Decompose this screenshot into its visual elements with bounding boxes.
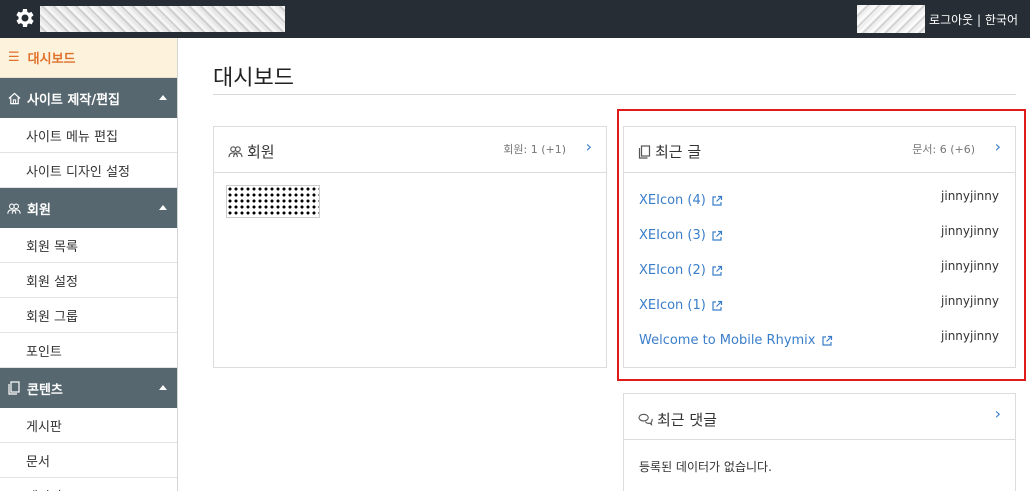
post-link[interactable]: XEIcon (2) [639, 263, 723, 278]
external-link-icon [712, 300, 722, 311]
member-more-link[interactable]: › [586, 137, 592, 156]
menu-icon: ☰ [8, 50, 20, 65]
list-item: XEIcon (2) jinnyjinny [624, 243, 1015, 278]
post-link[interactable]: XEIcon (1) [639, 298, 723, 313]
sidebar-item-documents[interactable]: 문서 [0, 443, 177, 478]
list-item: XEIcon (3) jinnyjinny [624, 208, 1015, 243]
sidebar-group-label: 콘텐츠 [27, 382, 63, 398]
sidebar-item-pages[interactable]: 페이지 [0, 478, 177, 491]
post-author: jinnyjinny [941, 189, 999, 203]
recent-posts-title: 최근 글 [655, 143, 702, 161]
sidebar-item-member-settings[interactable]: 회원 설정 [0, 263, 177, 298]
post-title: XEIcon (3) [639, 228, 706, 243]
page-title: 대시보드 [213, 66, 294, 91]
recent-posts-more-link[interactable]: › [995, 137, 1001, 156]
document-count: 문서: 6 (+6) [912, 143, 975, 156]
topbar-links: 로그아웃 | 한국어 [929, 11, 1018, 28]
caret-up-icon [159, 385, 167, 390]
member-panel-title: 회원 [247, 143, 275, 161]
home-icon [6, 90, 22, 106]
member-panel: 회원 회원: 1 (+1) › [213, 126, 607, 368]
member-count: 회원: 1 (+1) [503, 143, 566, 156]
sidebar-group-contents[interactable]: 콘텐츠 [0, 368, 177, 408]
sidebar-group-label: 회원 [27, 202, 51, 218]
sidebar-group-label: 사이트 제작/편집 [27, 92, 120, 108]
caret-up-icon [159, 205, 167, 210]
link-separator: | [973, 12, 985, 27]
top-bar: 로그아웃 | 한국어 [0, 0, 1030, 38]
comments-icon [638, 413, 653, 426]
post-link[interactable]: XEIcon (3) [639, 228, 723, 243]
sidebar-item-member-list[interactable]: 회원 목록 [0, 228, 177, 263]
post-author: jinnyjinny [941, 294, 999, 308]
panel-header: 회원 회원: 1 (+1) › [214, 127, 606, 173]
language-link[interactable]: 한국어 [985, 13, 1018, 27]
sidebar-item-design[interactable]: 사이트 디자인 설정 [0, 153, 177, 188]
recent-posts-panel: 최근 글 문서: 6 (+6) › XEIcon (4) jinnyjinny … [623, 126, 1016, 368]
panel-header: 최근 글 문서: 6 (+6) › [624, 127, 1015, 173]
list-item: XEIcon (1) jinnyjinny [624, 278, 1015, 313]
post-link[interactable]: Welcome to Mobile Rhymix [639, 333, 833, 348]
post-author: jinnyjinny [941, 224, 999, 238]
documents-icon [638, 144, 651, 159]
sidebar: ☰ 대시보드 사이트 제작/편집 사이트 메뉴 편집 사이트 디자인 설정 회원… [0, 38, 178, 491]
panel-header: 최근 댓글 › [624, 394, 1015, 440]
external-link-icon [712, 230, 722, 241]
documents-icon [6, 380, 22, 396]
sidebar-group-members[interactable]: 회원 [0, 188, 177, 228]
post-title: XEIcon (4) [639, 193, 706, 208]
panel-title: 최근 댓글 [638, 409, 717, 430]
recent-comments-title: 최근 댓글 [657, 411, 717, 429]
post-author: jinnyjinny [941, 329, 999, 343]
users-icon [6, 200, 22, 216]
logout-link[interactable]: 로그아웃 [929, 13, 973, 27]
recent-comments-more-link[interactable]: › [995, 404, 1001, 423]
external-link-icon [821, 335, 832, 346]
empty-message: 등록된 데이터가 없습니다. [639, 460, 772, 474]
member-entry-redacted[interactable] [226, 185, 320, 218]
sidebar-group-site[interactable]: 사이트 제작/편집 [0, 78, 177, 118]
site-name-redacted[interactable] [40, 6, 285, 32]
sidebar-dashboard-label: 대시보드 [27, 52, 76, 67]
external-link-icon [712, 265, 722, 276]
sidebar-item-member-groups[interactable]: 회원 그룹 [0, 298, 177, 333]
user-name-redacted[interactable] [857, 5, 926, 33]
external-link-icon [712, 195, 722, 206]
sidebar-item-boards[interactable]: 게시판 [0, 408, 177, 443]
sidebar-item-menu-edit[interactable]: 사이트 메뉴 편집 [0, 118, 177, 153]
list-item: Welcome to Mobile Rhymix jinnyjinny [624, 313, 1015, 348]
post-link[interactable]: XEIcon (4) [639, 193, 723, 208]
recent-comments-panel: 최근 댓글 › 등록된 데이터가 없습니다. [623, 393, 1016, 491]
topbar-right: 로그아웃 | 한국어 [857, 4, 1018, 34]
panel-title: 회원 [228, 141, 275, 162]
sidebar-item-dashboard[interactable]: ☰ 대시보드 [0, 38, 177, 78]
post-title: XEIcon (1) [639, 298, 706, 313]
sidebar-item-points[interactable]: 포인트 [0, 333, 177, 368]
caret-up-icon [159, 95, 167, 100]
post-title: Welcome to Mobile Rhymix [639, 333, 816, 348]
users-icon [228, 146, 243, 158]
post-list: XEIcon (4) jinnyjinny XEIcon (3) jinnyji… [624, 173, 1015, 348]
title-divider [213, 94, 1016, 95]
post-title: XEIcon (2) [639, 263, 706, 278]
list-item: XEIcon (4) jinnyjinny [624, 173, 1015, 208]
gear-icon[interactable] [12, 6, 36, 30]
panel-title: 최근 글 [638, 141, 701, 162]
post-author: jinnyjinny [941, 259, 999, 273]
